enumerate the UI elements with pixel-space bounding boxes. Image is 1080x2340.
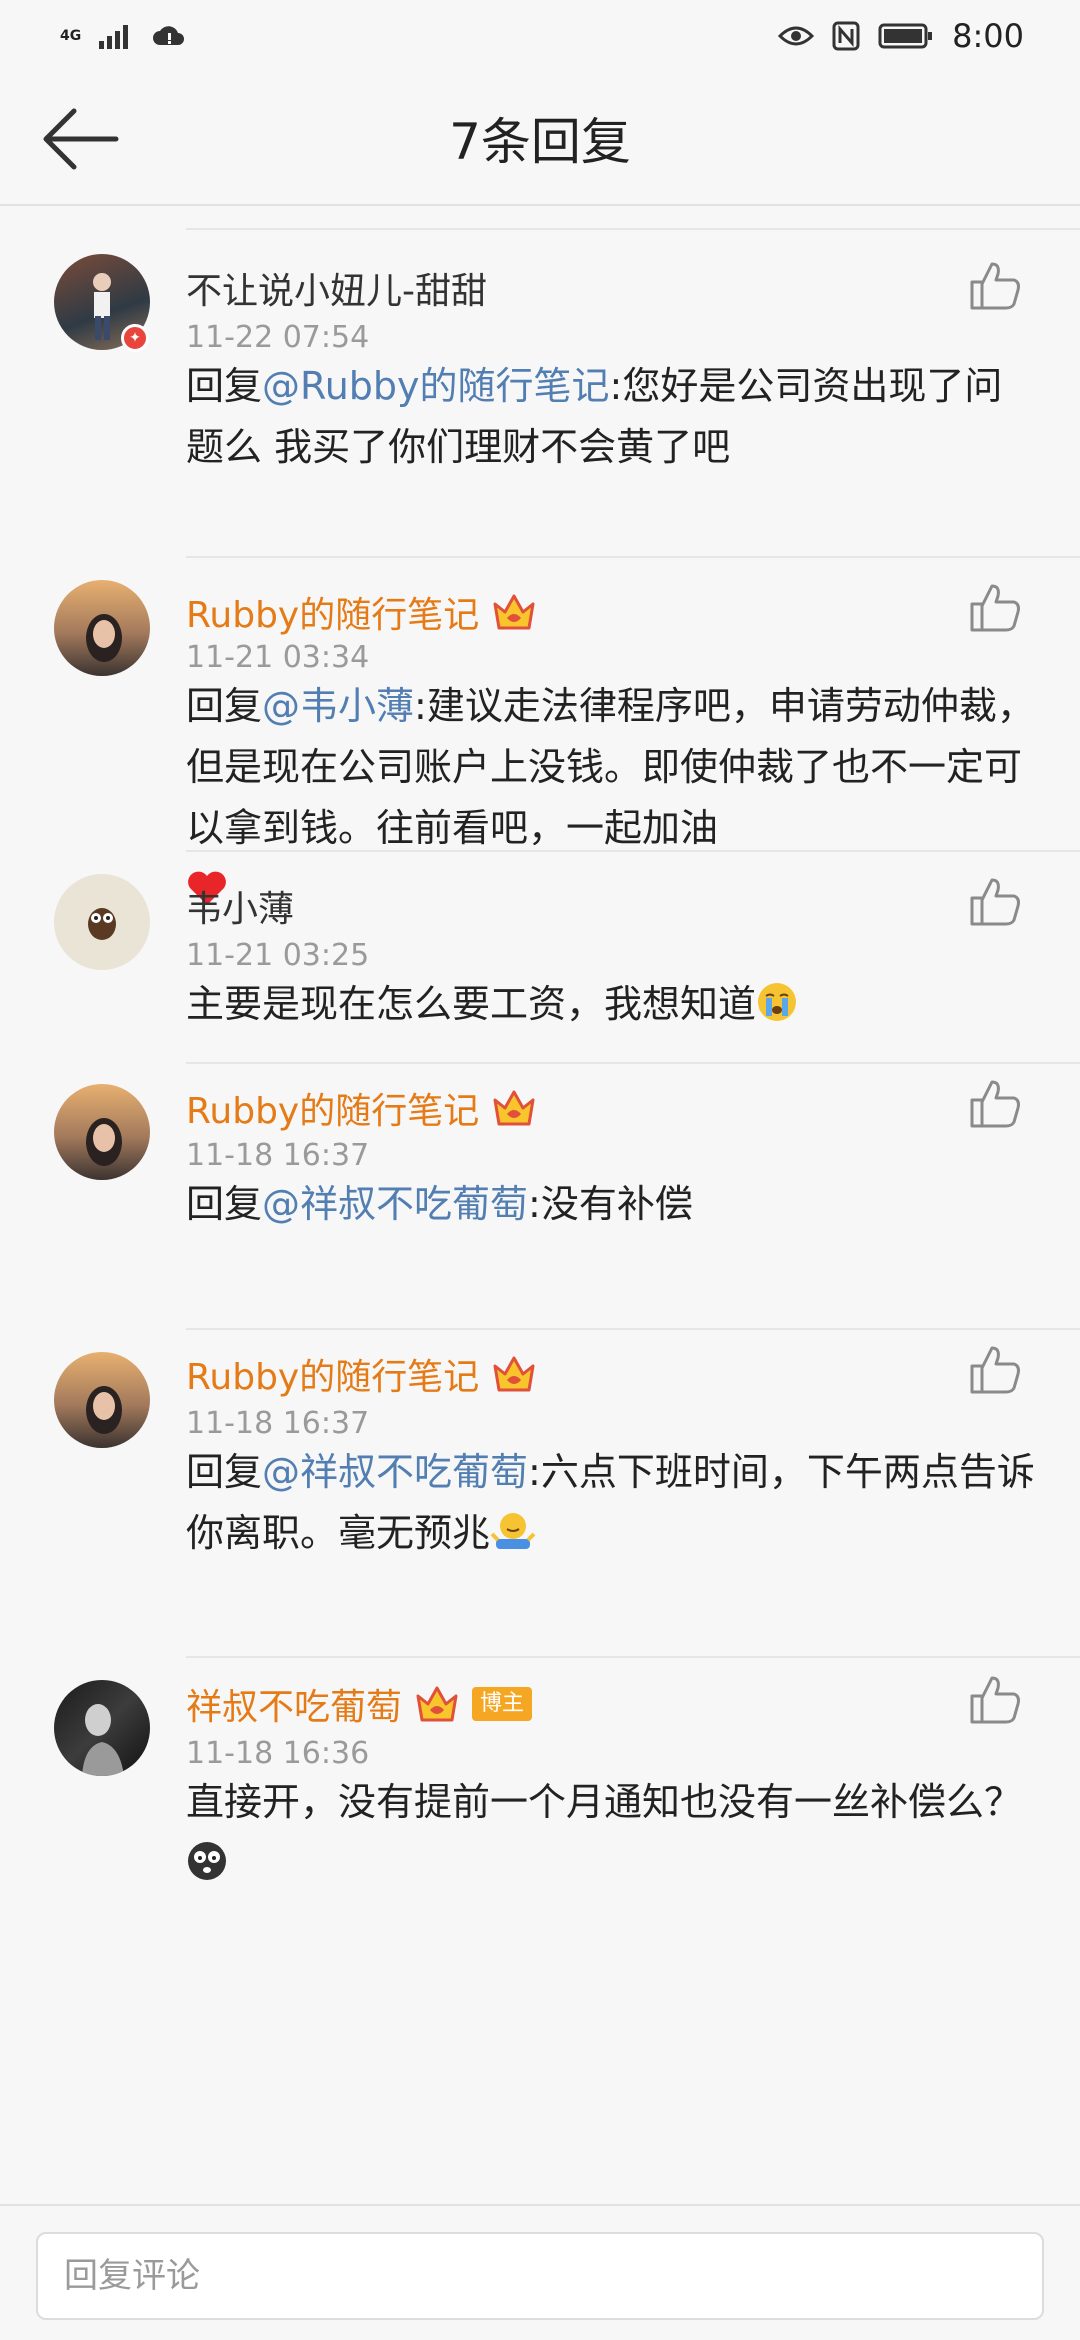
vip-crown-icon <box>493 1090 535 1126</box>
comment-item[interactable]: ✦ 不让说小妞儿-甜甜 11-22 07:54 回复@Rubby的随行笔记:您好… <box>0 228 1080 556</box>
reply-prefix: 回复 <box>186 1450 263 1494</box>
comment-item[interactable]: Rubby的随行笔记 11-21 03:34 回复@韦小薄:建议走法律程序吧，申… <box>0 556 1080 905</box>
divider <box>186 1328 1080 1330</box>
avatar[interactable] <box>54 1352 150 1448</box>
comment-time: 11-18 16:36 <box>186 1736 370 1771</box>
comment-time: 11-22 07:54 <box>186 320 370 355</box>
comment-content: 主要是现在怎么要工资，我想知道 <box>186 974 1036 1035</box>
status-right: 8:00 <box>778 17 1024 55</box>
cloud-alert-icon <box>153 26 185 45</box>
thumbs-up-icon[interactable] <box>968 1344 1024 1396</box>
comment-item[interactable]: 祥叔不吃葡萄 博主 11-18 16:36 直接开，没有提前一个月通知也没有一丝… <box>0 1656 1080 1990</box>
comment-list[interactable]: ✦ 不让说小妞儿-甜甜 11-22 07:54 回复@Rubby的随行笔记:您好… <box>0 228 1080 1990</box>
mention-link[interactable]: @祥叔不吃葡萄 <box>262 1182 528 1226</box>
avatar[interactable] <box>54 1084 150 1180</box>
crying-emoji-icon <box>758 983 797 1021</box>
commenter-name-text: 不让说小妞儿-甜甜 <box>186 271 487 312</box>
nfc-icon <box>832 21 860 51</box>
clock: 8:00 <box>952 17 1024 55</box>
status-left: 4G <box>60 23 185 49</box>
vip-crown-icon <box>416 1686 458 1722</box>
commenter-name-text: Rubby的随行笔记 <box>186 1357 480 1398</box>
reply-prefix: 回复 <box>186 684 263 728</box>
avatar[interactable] <box>54 1680 150 1776</box>
comment-item[interactable]: Rubby的随行笔记 11-18 16:37 回复@祥叔不吃葡萄:没有补偿 <box>0 1062 1080 1328</box>
verified-badge-icon: ✦ <box>121 324 149 352</box>
status-bar: 4G 8:00 <box>0 0 1080 72</box>
divider <box>186 850 1080 852</box>
comment-time: 11-18 16:37 <box>186 1138 370 1173</box>
commenter-name-text: 祥叔不吃葡萄 <box>186 1687 403 1728</box>
mention-link[interactable]: @Rubby的随行笔记 <box>262 364 610 408</box>
commenter-name-text: 韦小薄 <box>186 889 295 930</box>
battery-icon <box>878 23 933 49</box>
thumbs-up-icon[interactable] <box>968 1078 1024 1130</box>
comment-time: 11-21 03:25 <box>186 938 370 973</box>
divider <box>186 1062 1080 1064</box>
divider <box>186 556 1080 558</box>
reply-prefix: 回复 <box>186 364 263 408</box>
commenter-name[interactable]: 不让说小妞儿-甜甜 <box>186 262 487 314</box>
avatar[interactable] <box>54 874 150 970</box>
network-label: 4G <box>60 28 82 44</box>
author-badge: 博主 <box>472 1687 533 1721</box>
comment-content: 回复@祥叔不吃葡萄:没有补偿 <box>186 1174 1036 1235</box>
comment-text: 直接开，没有提前一个月通知也没有一丝补偿么？ <box>186 1780 1023 1824</box>
mention-link[interactable]: @韦小薄 <box>262 684 414 728</box>
reply-prefix: 回复 <box>186 1182 263 1226</box>
divider <box>186 1656 1080 1658</box>
comment-text: 主要是现在怎么要工资，我想知道 <box>186 982 757 1026</box>
comment-content: 回复@Rubby的随行笔记:您好是公司资出现了问题么 我买了你们理财不会黄了吧 <box>186 356 1036 478</box>
reply-input[interactable] <box>36 2232 1044 2320</box>
comment-item[interactable]: 韦小薄 11-21 03:25 主要是现在怎么要工资，我想知道 <box>0 850 1080 1062</box>
eye-icon <box>778 26 815 46</box>
page-title: 7条回复 <box>449 113 631 171</box>
signal-icon <box>99 25 129 49</box>
back-arrow-icon[interactable] <box>40 105 122 173</box>
thumbs-up-icon[interactable] <box>968 582 1024 634</box>
shocked-emoji-icon <box>188 1842 226 1880</box>
comment-text: :没有补偿 <box>528 1182 693 1226</box>
thumbs-up-icon[interactable] <box>968 1674 1024 1726</box>
commenter-name[interactable]: Rubby的随行笔记 <box>186 586 537 638</box>
avatar[interactable] <box>54 580 150 676</box>
commenter-name-text: Rubby的随行笔记 <box>186 1091 480 1132</box>
comment-time: 11-21 03:34 <box>186 640 370 675</box>
mention-link[interactable]: @祥叔不吃葡萄 <box>262 1450 528 1494</box>
shrug-emoji-icon <box>490 1513 536 1549</box>
reply-bar <box>0 2204 1080 2340</box>
thumbs-up-icon[interactable] <box>968 876 1024 928</box>
commenter-name[interactable]: Rubby的随行笔记 <box>186 1082 537 1134</box>
comment-content: 回复@祥叔不吃葡萄:六点下班时间，下午两点告诉你离职。毫无预兆 <box>186 1442 1036 1564</box>
comment-time: 11-18 16:37 <box>186 1406 370 1441</box>
vip-crown-icon <box>493 1356 535 1392</box>
commenter-name[interactable]: Rubby的随行笔记 <box>186 1348 537 1400</box>
vip-crown-icon <box>493 594 535 630</box>
commenter-name-text: Rubby的随行笔记 <box>186 595 480 636</box>
divider <box>186 228 1080 230</box>
commenter-name[interactable]: 韦小薄 <box>186 880 294 932</box>
header-bar: 7条回复 <box>0 72 1080 206</box>
comment-item[interactable]: Rubby的随行笔记 11-18 16:37 回复@祥叔不吃葡萄:六点下班时间，… <box>0 1328 1080 1656</box>
commenter-name[interactable]: 祥叔不吃葡萄 博主 <box>186 1678 533 1730</box>
thumbs-up-icon[interactable] <box>968 260 1024 312</box>
comment-content: 直接开，没有提前一个月通知也没有一丝补偿么？ <box>186 1772 1036 1894</box>
